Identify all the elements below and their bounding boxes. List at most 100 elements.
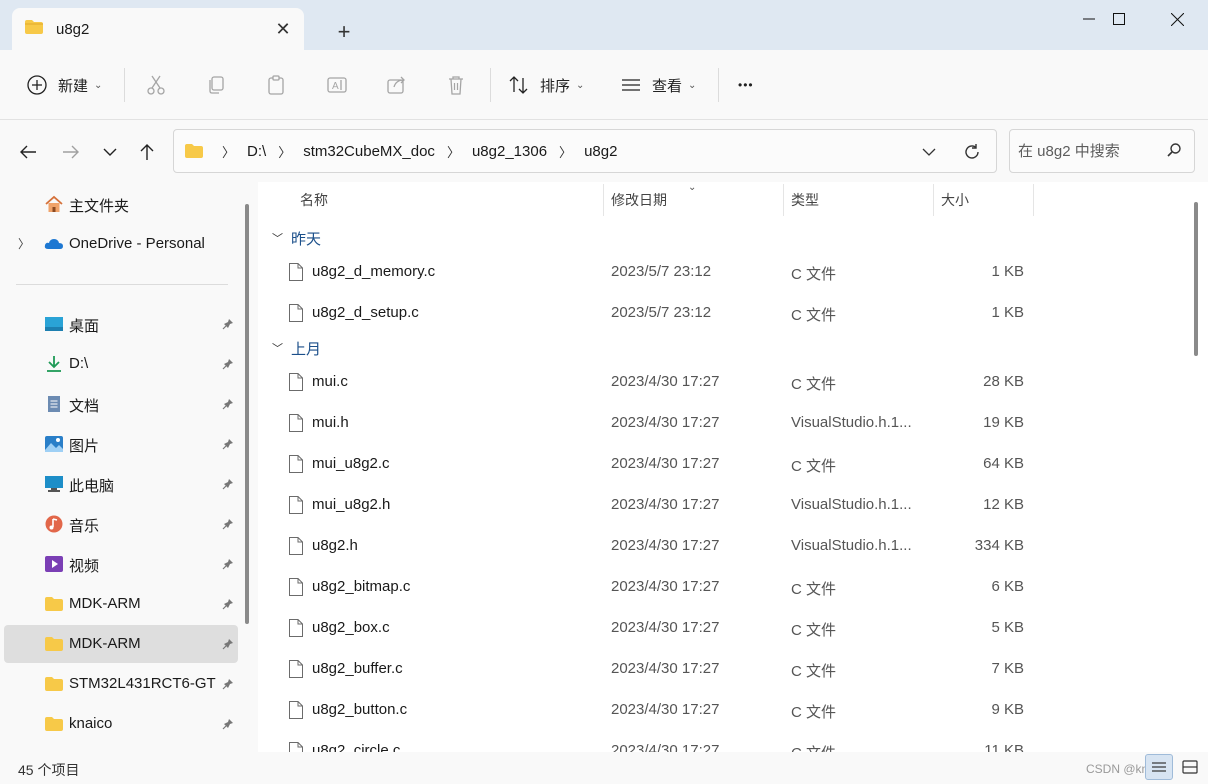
file-size: 1 KB bbox=[991, 263, 1024, 280]
file-type: C 文件 bbox=[791, 622, 837, 639]
tab-close-icon[interactable]: ✕ bbox=[272, 18, 294, 40]
file-type: VisualStudio.h.1... bbox=[791, 496, 912, 513]
file-icon bbox=[288, 659, 304, 683]
file-row-u8g2-d-memory-c[interactable]: u8g2_d_memory.c 2023/5/7 23:12 C 文件 1 KB bbox=[282, 252, 1042, 293]
column-divider[interactable] bbox=[603, 184, 604, 216]
column-divider[interactable] bbox=[933, 184, 934, 216]
pin-icon[interactable] bbox=[222, 557, 234, 574]
file-name: mui.c bbox=[312, 373, 348, 390]
sidebar-scrollbar[interactable] bbox=[245, 204, 249, 624]
pin-icon[interactable] bbox=[222, 597, 234, 614]
pin-icon[interactable] bbox=[222, 717, 234, 734]
chevron-right-icon[interactable]: 〉 bbox=[18, 235, 30, 252]
tab-u8g2[interactable]: u8g2 ✕ bbox=[12, 8, 304, 50]
pin-icon[interactable] bbox=[222, 517, 234, 534]
sidebar-item-home[interactable]: 主文件夹 bbox=[4, 185, 238, 223]
details-view-button[interactable] bbox=[1145, 754, 1173, 780]
pin-icon[interactable] bbox=[222, 477, 234, 494]
group-header-yesterday[interactable]: ﹀ 昨天 bbox=[272, 226, 321, 250]
delete-button[interactable] bbox=[446, 67, 466, 103]
file-size: 64 KB bbox=[983, 455, 1024, 472]
file-name: u8g2_buffer.c bbox=[312, 660, 403, 677]
view-button[interactable]: 查看 ⌄ bbox=[620, 67, 696, 103]
sidebar-item-onedrive[interactable]: 〉 OneDrive - Personal bbox=[4, 225, 238, 263]
rename-button[interactable]: A bbox=[326, 67, 348, 103]
divider bbox=[16, 284, 228, 285]
sidebar-item-label: 图片 bbox=[69, 438, 100, 455]
group-header-last-month[interactable]: ﹀ 上月 bbox=[272, 336, 321, 360]
file-list-scrollbar[interactable] bbox=[1194, 202, 1198, 356]
breadcrumb-item[interactable]: stm32CubeMX_doc bbox=[299, 143, 439, 160]
file-row-mui-h[interactable]: mui.h 2023/4/30 17:27 VisualStudio.h.1... 1… bbox=[282, 403, 1042, 444]
search-input[interactable] bbox=[1018, 140, 1158, 162]
view-icon bbox=[622, 79, 640, 91]
file-row-u8g2-buffer-c[interactable]: u8g2_buffer.c 2023/4/30 17:27 C 文件 7 KB bbox=[282, 649, 1042, 690]
more-options-button[interactable]: ••• bbox=[738, 67, 754, 103]
navigation-pane: 主文件夹 〉 OneDrive - Personal 桌面 D:\ 文档 图片 … bbox=[0, 182, 258, 752]
folder-icon bbox=[45, 637, 63, 651]
sidebar-item-mdk-arm[interactable]: MDK-ARM bbox=[4, 585, 238, 623]
back-button[interactable] bbox=[12, 136, 44, 168]
file-row-u8g2-d-setup-c[interactable]: u8g2_d_setup.c 2023/5/7 23:12 C 文件 1 KB bbox=[282, 293, 1042, 334]
new-button[interactable]: 新建 ⌄ bbox=[26, 67, 102, 103]
column-divider[interactable] bbox=[1033, 184, 1034, 216]
paste-button[interactable] bbox=[266, 67, 286, 103]
maximize-button[interactable] bbox=[1090, 0, 1148, 38]
column-header-type[interactable]: 类型 bbox=[791, 182, 819, 218]
pin-icon[interactable] bbox=[222, 437, 234, 454]
sidebar-item-knaico[interactable]: knaico bbox=[4, 705, 238, 743]
pin-icon[interactable] bbox=[222, 397, 234, 414]
computer-icon bbox=[45, 476, 63, 492]
address-bar[interactable]: 〉 D:\ 〉 stm32CubeMX_doc 〉 u8g2_1306 〉 u8… bbox=[173, 129, 997, 173]
new-tab-button[interactable]: + bbox=[330, 18, 358, 46]
column-header-name[interactable]: 名称 bbox=[300, 182, 328, 218]
file-row-u8g2-button-c[interactable]: u8g2_button.c 2023/4/30 17:27 C 文件 9 KB bbox=[282, 690, 1042, 731]
pin-icon[interactable] bbox=[222, 637, 234, 654]
breadcrumb-item[interactable]: D:\ bbox=[243, 143, 270, 160]
file-row-u8g2-h[interactable]: u8g2.h 2023/4/30 17:27 VisualStudio.h.1...… bbox=[282, 526, 1042, 567]
address-history-button[interactable] bbox=[918, 141, 940, 163]
column-header-date[interactable]: 修改日期 bbox=[611, 182, 667, 218]
close-window-button[interactable] bbox=[1148, 0, 1206, 38]
tiles-view-button[interactable] bbox=[1176, 754, 1204, 780]
sidebar-item-pictures[interactable]: 图片 bbox=[4, 425, 238, 463]
sidebar-item-desktop[interactable]: 桌面 bbox=[4, 305, 238, 343]
column-header-size[interactable]: 大小 bbox=[941, 182, 969, 218]
svg-text:A: A bbox=[332, 81, 339, 92]
file-type: VisualStudio.h.1... bbox=[791, 414, 912, 431]
sidebar-item-videos[interactable]: 视频 bbox=[4, 545, 238, 583]
recent-locations-button[interactable] bbox=[94, 136, 126, 168]
cut-button[interactable] bbox=[146, 67, 166, 103]
file-size: 6 KB bbox=[991, 578, 1024, 595]
sidebar-item-this-pc[interactable]: 此电脑 bbox=[4, 465, 238, 503]
chevron-down-icon: ﹀ bbox=[272, 233, 283, 245]
sort-button[interactable]: 排序 ⌄ bbox=[508, 67, 584, 103]
forward-button[interactable] bbox=[55, 136, 87, 168]
sidebar-item-stm32l431[interactable]: STM32L431RCT6-GT bbox=[4, 665, 238, 703]
copy-button[interactable] bbox=[206, 67, 226, 103]
file-row-u8g2-box-c[interactable]: u8g2_box.c 2023/4/30 17:27 C 文件 5 KB bbox=[282, 608, 1042, 649]
sidebar-item-mdk-arm-selected[interactable]: MDK-ARM bbox=[4, 625, 238, 663]
breadcrumb-item[interactable]: u8g2_1306 bbox=[468, 143, 551, 160]
breadcrumb-item[interactable]: u8g2 bbox=[580, 143, 621, 160]
pin-icon[interactable] bbox=[222, 317, 234, 334]
sidebar-item-music[interactable]: 音乐 bbox=[4, 505, 238, 543]
column-divider[interactable] bbox=[783, 184, 784, 216]
up-button[interactable] bbox=[131, 136, 163, 168]
pin-icon[interactable] bbox=[222, 677, 234, 694]
folder-icon bbox=[184, 143, 204, 159]
search-box[interactable] bbox=[1009, 129, 1195, 173]
maximize-icon bbox=[1113, 13, 1125, 25]
file-row-mui-u8g2-h[interactable]: mui_u8g2.h 2023/4/30 17:27 VisualStudio.h.… bbox=[282, 485, 1042, 526]
sidebar-item-documents[interactable]: 文档 bbox=[4, 385, 238, 423]
share-button[interactable] bbox=[386, 67, 408, 103]
file-icon bbox=[288, 413, 304, 437]
pin-icon[interactable] bbox=[222, 357, 234, 374]
file-row-u8g2-bitmap-c[interactable]: u8g2_bitmap.c 2023/4/30 17:27 C 文件 6 KB bbox=[282, 567, 1042, 608]
file-row-mui-u8g2-c[interactable]: mui_u8g2.c 2023/4/30 17:27 C 文件 64 KB bbox=[282, 444, 1042, 485]
item-count: 45 个项目 bbox=[18, 762, 80, 778]
file-row-mui-c[interactable]: mui.c 2023/4/30 17:27 C 文件 28 KB bbox=[282, 362, 1042, 403]
sidebar-item-d-drive[interactable]: D:\ bbox=[4, 345, 238, 383]
file-type: VisualStudio.h.1... bbox=[791, 537, 912, 554]
refresh-button[interactable] bbox=[960, 140, 984, 164]
